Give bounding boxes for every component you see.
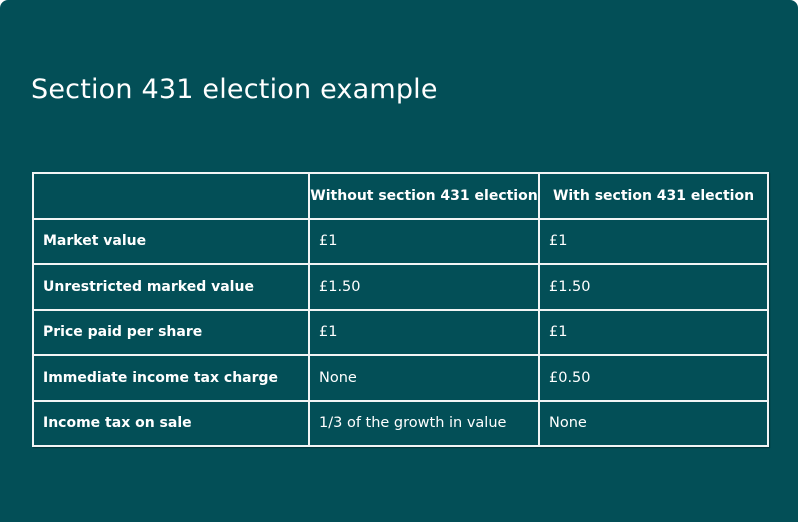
- row-label: Income tax on sale: [32, 399, 310, 447]
- page-title: Section 431 election example: [31, 74, 438, 105]
- cell-with-election: £1: [538, 308, 769, 356]
- cell-with-election: £1: [538, 217, 769, 265]
- cell-without-election: £1: [308, 308, 540, 356]
- cell-with-election: £1.50: [538, 263, 769, 311]
- table-row: Unrestricted marked value £1.50 £1.50: [32, 263, 769, 311]
- table-row: Income tax on sale 1/3 of the growth in …: [32, 399, 769, 447]
- header-without-election: Without section 431 election: [308, 172, 540, 220]
- header-empty: [32, 172, 310, 220]
- cell-without-election: None: [308, 354, 540, 402]
- table-row: Immediate income tax charge None £0.50: [32, 354, 769, 402]
- table-row: Market value £1 £1: [32, 217, 769, 265]
- row-label: Market value: [32, 217, 310, 265]
- cell-without-election: 1/3 of the growth in value: [308, 399, 540, 447]
- table-header-row: Without section 431 election With sectio…: [32, 172, 769, 220]
- cell-with-election: £0.50: [538, 354, 769, 402]
- row-label: Immediate income tax charge: [32, 354, 310, 402]
- comparison-table: Without section 431 election With sectio…: [32, 172, 769, 447]
- content-panel: Section 431 election example Without sec…: [0, 0, 798, 522]
- cell-without-election: £1: [308, 217, 540, 265]
- cell-with-election: None: [538, 399, 769, 447]
- table-row: Price paid per share £1 £1: [32, 308, 769, 356]
- row-label: Price paid per share: [32, 308, 310, 356]
- cell-without-election: £1.50: [308, 263, 540, 311]
- header-with-election: With section 431 election: [538, 172, 769, 220]
- row-label: Unrestricted marked value: [32, 263, 310, 311]
